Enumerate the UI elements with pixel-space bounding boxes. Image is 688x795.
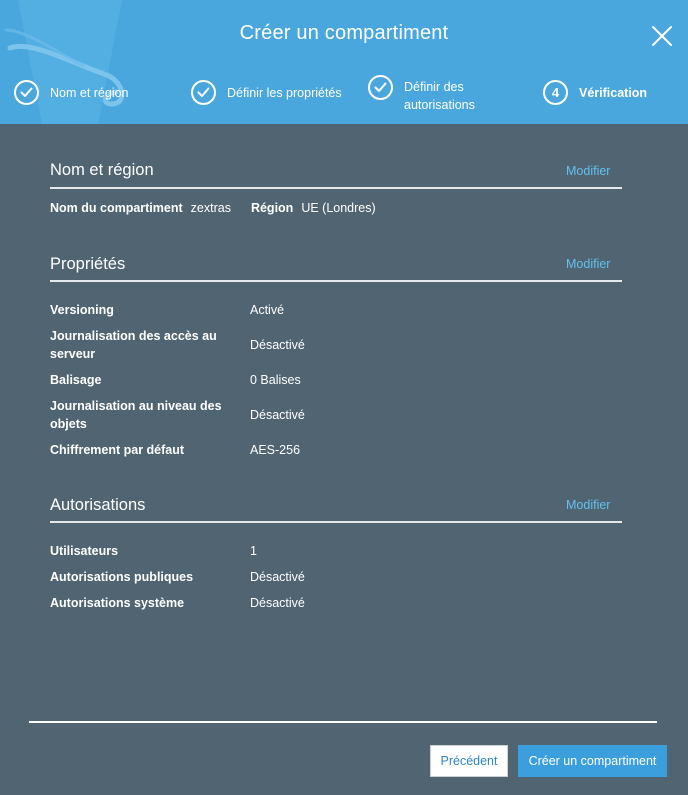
modify-permissions-link[interactable]: Modifier: [566, 498, 610, 512]
section-title-name-region: Nom et région: [50, 161, 154, 179]
wizard-step-permissions[interactable]: Définir des autorisations: [368, 75, 504, 114]
create-bucket-button[interactable]: Créer un compartiment: [518, 745, 667, 777]
step-label: Définir des autorisations: [404, 80, 475, 112]
step-completed-badge: [368, 75, 393, 100]
permission-label: Autorisations système: [50, 596, 185, 610]
close-icon[interactable]: [650, 24, 674, 48]
property-value: Désactivé: [250, 408, 305, 422]
property-label: Versioning: [50, 303, 114, 317]
modify-name-region-link[interactable]: Modifier: [566, 164, 610, 178]
step-number: 4: [551, 85, 560, 100]
bucket-name-label: Nom du compartiment: [50, 201, 183, 215]
modify-properties-link[interactable]: Modifier: [566, 257, 610, 271]
property-label: Journalisation au niveau des objets: [50, 399, 222, 431]
permission-label: Autorisations publiques: [50, 570, 194, 584]
wizard-step-name-region[interactable]: Nom et région: [14, 80, 129, 105]
property-value: Désactivé: [250, 338, 305, 352]
section-divider: [50, 280, 622, 282]
section-divider: [50, 187, 622, 189]
dialog-title: Créer un compartiment: [239, 22, 449, 44]
step-label: Nom et région: [50, 85, 129, 100]
property-label: Chiffrement par défaut: [50, 443, 185, 457]
previous-button[interactable]: Précédent: [430, 745, 508, 777]
section-title-properties: Propriétés: [50, 255, 126, 273]
bucket-name-value: zextras: [190, 201, 231, 215]
property-value: 0 Balises: [250, 373, 301, 387]
step-completed-badge: [191, 80, 216, 105]
step-label: Vérification: [579, 85, 648, 100]
permission-value: 1: [250, 544, 257, 558]
wizard-step-properties[interactable]: Définir les propriétés: [191, 80, 342, 105]
property-label: Journalisation des accès au serveur: [50, 329, 217, 361]
checkmark-icon: [374, 82, 387, 92]
bucket-illustration-icon: [4, 0, 125, 124]
step-number-badge: 4: [543, 80, 568, 105]
section-title-permissions: Autorisations: [50, 496, 146, 514]
wizard-step-review: 4 Vérification: [543, 80, 647, 105]
step-completed-badge: [14, 80, 39, 105]
checkmark-icon: [20, 87, 33, 97]
region-label: Région: [250, 201, 294, 215]
property-value: AES-256: [250, 443, 301, 457]
name-region-summary: Nom du compartiment zextras Région UE (L…: [50, 201, 376, 215]
step-label: Définir les propriétés: [227, 85, 342, 100]
property-label: Balisage: [50, 373, 102, 387]
checkmark-icon: [197, 87, 210, 97]
permission-value: Désactivé: [250, 596, 305, 610]
property-value: Activé: [250, 303, 285, 317]
permission-label: Utilisateurs: [50, 544, 119, 558]
footer-divider: [29, 721, 657, 723]
permission-value: Désactivé: [250, 570, 305, 584]
section-divider: [50, 521, 622, 523]
dialog-header: Créer un compartiment Nom et région Défi…: [0, 0, 688, 124]
region-value: UE (Londres): [301, 201, 376, 215]
